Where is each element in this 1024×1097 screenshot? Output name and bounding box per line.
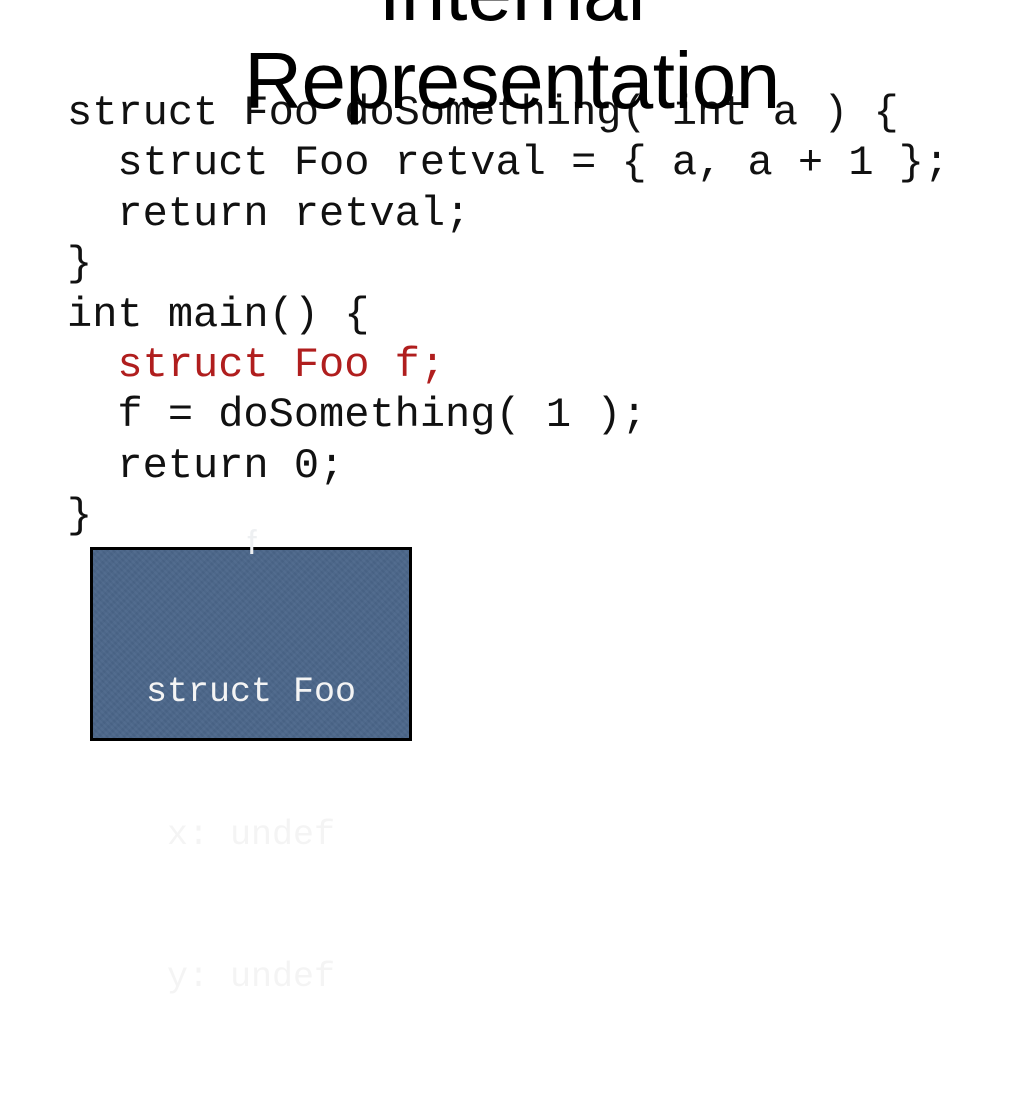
slide-title-line-2: Representation bbox=[244, 36, 780, 125]
memory-box-contents: struct Foo x: undef y: undef bbox=[93, 574, 409, 1097]
code-line-7: f = doSomething( 1 ); bbox=[67, 391, 647, 440]
code-line-8: return 0; bbox=[67, 441, 345, 490]
memory-box-struct-foo: struct Foo x: undef y: undef bbox=[90, 547, 412, 997]
code-line-4: } bbox=[67, 240, 93, 289]
code-line-3: return retval; bbox=[67, 189, 471, 238]
memory-box-type-label: struct Foo bbox=[145, 672, 357, 712]
memory-box-field-x: x: undef bbox=[166, 814, 336, 855]
code-line-9: } bbox=[67, 492, 93, 541]
code-listing: struct Foo doSomething( int a ) { struct… bbox=[67, 88, 949, 542]
memory-box-variable-label: f bbox=[247, 524, 257, 562]
code-line-6-highlighted: struct Foo f; bbox=[67, 340, 446, 389]
code-line-5: int main() { bbox=[67, 290, 370, 339]
slide-title-line-1: Internal bbox=[0, 0, 1024, 33]
memory-box-field-y: y: undef bbox=[166, 957, 336, 997]
code-line-2: struct Foo retval = { a, a + 1 }; bbox=[67, 139, 950, 188]
